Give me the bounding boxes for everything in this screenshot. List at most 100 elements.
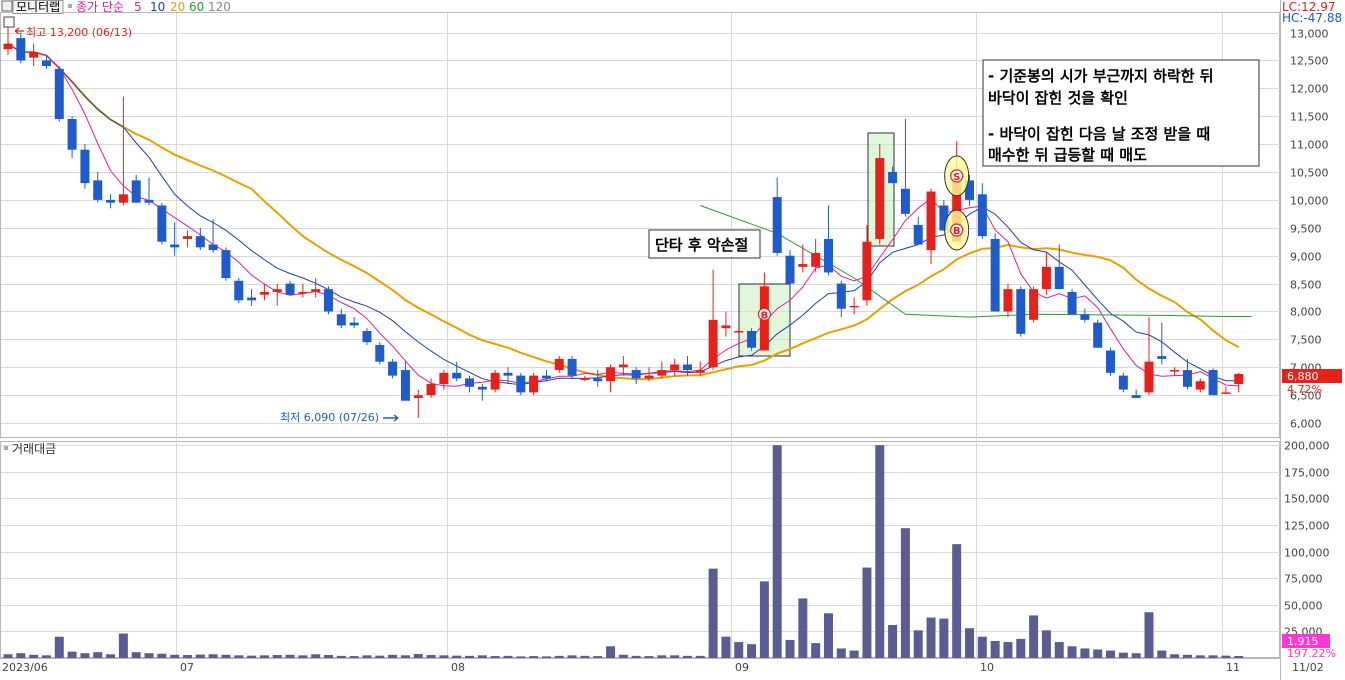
candle-body bbox=[16, 38, 26, 61]
volume-bar bbox=[888, 625, 898, 658]
candle-body bbox=[195, 236, 205, 248]
volume-bar bbox=[1080, 648, 1090, 658]
date-label-sep: 09 bbox=[735, 661, 749, 674]
candle-body bbox=[375, 344, 385, 362]
candle-body bbox=[170, 244, 180, 248]
volume-bar bbox=[682, 655, 692, 658]
candle-body bbox=[695, 370, 705, 373]
candle-body bbox=[734, 331, 744, 333]
price-badge: 6,880 4.72% bbox=[1282, 369, 1342, 396]
candle-body bbox=[41, 60, 51, 66]
ma-period-5[interactable]: 5 bbox=[134, 0, 142, 14]
candle-body bbox=[388, 361, 398, 376]
volume-bar bbox=[1118, 652, 1128, 658]
ma-period-120[interactable]: 120 bbox=[208, 0, 231, 14]
candle-body bbox=[721, 325, 731, 329]
candle-body bbox=[1144, 361, 1154, 393]
ma-period-20[interactable]: 20 bbox=[170, 0, 185, 14]
candle-body bbox=[1093, 322, 1103, 348]
candle-body bbox=[1221, 392, 1231, 394]
volume-bar bbox=[1054, 642, 1064, 658]
volume-bar bbox=[836, 648, 846, 658]
candle-body bbox=[1234, 373, 1244, 384]
volume-bar bbox=[734, 642, 744, 658]
signal-label: B bbox=[953, 226, 961, 237]
volume-bar bbox=[900, 528, 910, 658]
candle-body bbox=[670, 364, 680, 371]
candle-body bbox=[221, 250, 231, 278]
candle-body bbox=[554, 358, 564, 371]
candle-body bbox=[285, 283, 295, 295]
price-tick-label: 11,000 bbox=[1290, 139, 1329, 152]
volume-bar bbox=[1157, 650, 1167, 658]
volume-bar bbox=[157, 653, 167, 658]
volume-bar bbox=[952, 544, 962, 658]
candle-body bbox=[888, 172, 898, 184]
volume-bar bbox=[977, 636, 987, 658]
ma-marker bbox=[68, 4, 72, 8]
volume-bar bbox=[259, 655, 269, 658]
volume-bar bbox=[324, 655, 333, 658]
candle-body bbox=[465, 378, 475, 387]
price-tick-label: 8,000 bbox=[1290, 306, 1322, 319]
candle-body bbox=[811, 252, 821, 267]
candle-body bbox=[1106, 350, 1116, 373]
volume-bar bbox=[362, 655, 372, 658]
volume-bar bbox=[1221, 655, 1231, 658]
candle-body bbox=[1157, 356, 1167, 359]
low-label: 최저 6,090 (07/26) bbox=[280, 411, 379, 424]
candle-body bbox=[1208, 370, 1218, 396]
volume-bar bbox=[170, 654, 180, 658]
volume-bar bbox=[1144, 612, 1154, 658]
price-tick-label: 8,500 bbox=[1290, 279, 1322, 292]
candle-body bbox=[426, 384, 436, 396]
price-tick-label: 11,500 bbox=[1290, 111, 1329, 124]
volume-bar bbox=[67, 651, 77, 658]
volume-tick-label: 50,000 bbox=[1284, 600, 1323, 613]
signal-label: S bbox=[953, 172, 960, 183]
candle-body bbox=[29, 52, 39, 58]
volume-bar bbox=[541, 656, 551, 658]
candle-body bbox=[452, 372, 462, 379]
volume-tick-label: 200,000 bbox=[1284, 440, 1330, 453]
stock-chart: BBS 6,0006,5007,0007,5008,0008,5009,0009… bbox=[0, 0, 1342, 680]
volume-bar bbox=[41, 655, 51, 658]
candle-body bbox=[772, 197, 782, 253]
volume-bar bbox=[913, 630, 923, 658]
candle-body bbox=[1195, 381, 1205, 390]
candle-body bbox=[490, 372, 500, 390]
volume-bar bbox=[388, 654, 398, 658]
toolbar-icon[interactable] bbox=[1, 0, 13, 12]
candle-body bbox=[272, 289, 282, 292]
candle-body bbox=[503, 372, 513, 376]
candle-body bbox=[862, 241, 872, 301]
annotation-box-2-line-5: 매수한 뒤 급등할 때 매도 bbox=[988, 146, 1147, 164]
price-tick-label: 12,000 bbox=[1290, 83, 1329, 96]
candle-body bbox=[618, 364, 628, 368]
volume-bar bbox=[1195, 655, 1205, 658]
volume-bar bbox=[580, 655, 590, 658]
candle-body bbox=[131, 180, 141, 203]
volume-bar bbox=[1003, 642, 1013, 658]
candle-body bbox=[580, 378, 590, 380]
candle-body bbox=[247, 297, 257, 301]
volume-bar bbox=[195, 654, 205, 658]
candle-body bbox=[567, 358, 577, 376]
annotation-box-2: - 기준봉의 시가 부근까지 하락한 뒤 바닥이 잡힌 것을 확인 - 바닥이 … bbox=[982, 59, 1260, 167]
annotation-box-2-line-1: - 기준봉의 시가 부근까지 하락한 뒤 bbox=[988, 67, 1214, 85]
volume-bar bbox=[644, 656, 654, 658]
volume-bar bbox=[452, 655, 462, 658]
ma-period-60[interactable]: 60 bbox=[189, 0, 204, 14]
volume-bar bbox=[747, 644, 757, 658]
candle-body bbox=[798, 264, 808, 267]
candle-body bbox=[349, 322, 359, 326]
ma-period-10[interactable]: 10 bbox=[150, 0, 165, 14]
candle-body bbox=[823, 238, 833, 273]
volume-bar bbox=[875, 445, 885, 658]
volume-panel-title: 거래대금 bbox=[12, 442, 56, 456]
volume-bar bbox=[400, 655, 410, 658]
price-tick-label: 12,500 bbox=[1290, 55, 1329, 68]
candle-body bbox=[593, 378, 603, 382]
volume-bar bbox=[1016, 638, 1026, 658]
volume-bar bbox=[477, 655, 487, 658]
